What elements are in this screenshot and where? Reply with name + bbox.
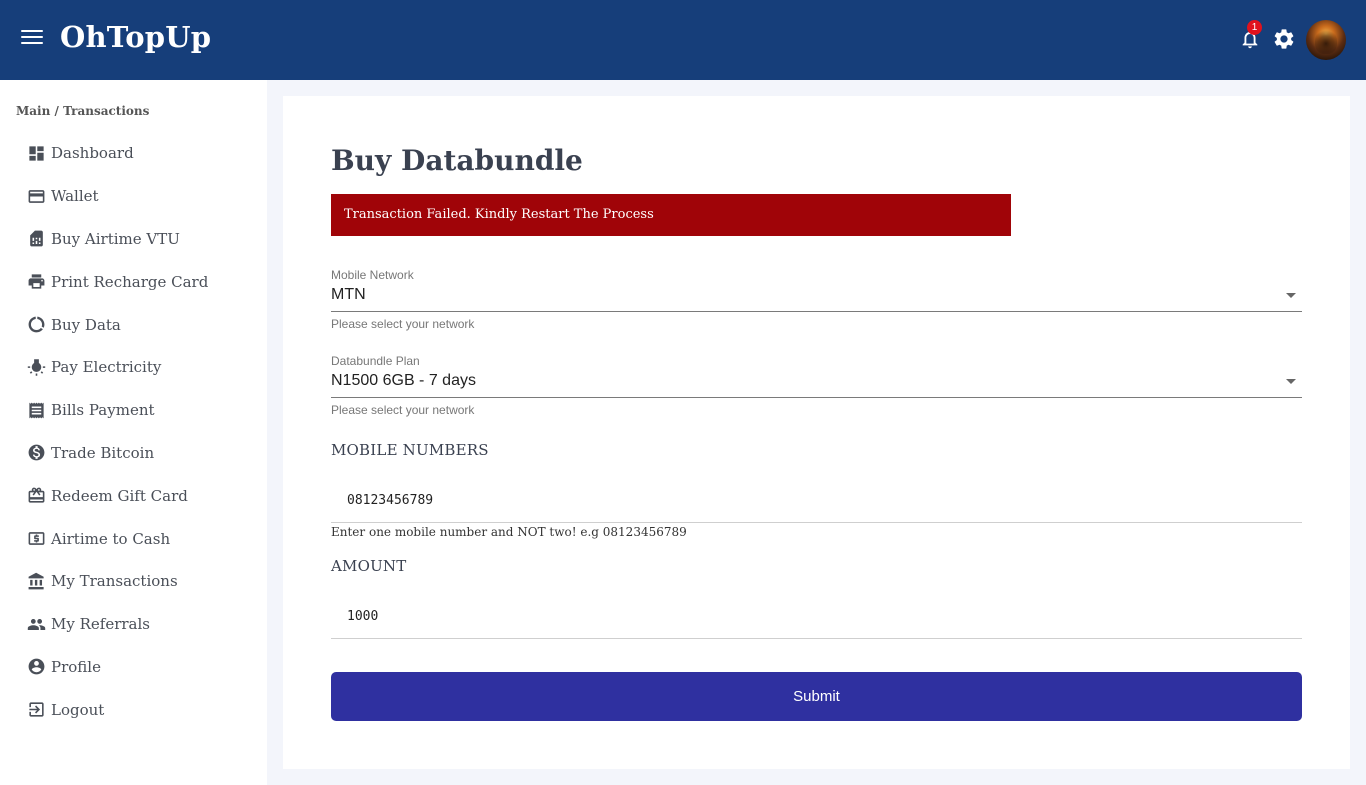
sidebar-item-print-recharge[interactable]: Print Recharge Card bbox=[0, 260, 267, 303]
sidebar-item-airtime-to-cash[interactable]: Airtime to Cash bbox=[0, 517, 267, 560]
sidebar-item-bills-payment[interactable]: Bills Payment bbox=[0, 389, 267, 432]
cash-icon bbox=[26, 529, 46, 549]
menu-icon[interactable] bbox=[21, 30, 43, 48]
sidebar-item-trade-bitcoin[interactable]: Trade Bitcoin bbox=[0, 432, 267, 475]
amount-field bbox=[331, 594, 1302, 639]
sidebar-nav: Dashboard Wallet Buy Airtime VTU Print R… bbox=[0, 132, 267, 731]
account-circle-icon bbox=[26, 657, 46, 677]
sidebar-item-wallet[interactable]: Wallet bbox=[0, 175, 267, 218]
page-title: Buy Databundle bbox=[331, 144, 583, 177]
sidebar-item-label: Profile bbox=[51, 657, 101, 676]
mobile-numbers-heading: MOBILE NUMBERS bbox=[331, 441, 489, 459]
sidebar-item-my-referrals[interactable]: My Referrals bbox=[0, 603, 267, 646]
sidebar-item-label: Redeem Gift Card bbox=[51, 486, 188, 505]
chevron-down-icon bbox=[1286, 293, 1296, 298]
sidebar: Main / Transactions Dashboard Wallet Buy… bbox=[0, 80, 267, 785]
notification-badge: 1 bbox=[1247, 20, 1262, 35]
sidebar-item-buy-data[interactable]: Buy Data bbox=[0, 303, 267, 346]
sidebar-item-label: Pay Electricity bbox=[51, 358, 162, 377]
dollar-circle-icon bbox=[26, 443, 46, 463]
databundle-plan-select[interactable]: N1500 6GB - 7 days bbox=[331, 368, 1302, 398]
sidebar-item-logout[interactable]: Logout bbox=[0, 688, 267, 731]
sidebar-item-label: Trade Bitcoin bbox=[51, 443, 155, 462]
mobile-number-field bbox=[331, 478, 1302, 523]
sidebar-item-label: My Transactions bbox=[51, 572, 178, 591]
brand-title[interactable]: OhTopUp bbox=[60, 20, 211, 54]
amount-heading: AMOUNT bbox=[331, 557, 407, 575]
submit-button[interactable]: Submit bbox=[331, 672, 1302, 721]
sidebar-item-dashboard[interactable]: Dashboard bbox=[0, 132, 267, 175]
mobile-number-input[interactable] bbox=[331, 478, 1302, 522]
credit-card-icon bbox=[26, 186, 46, 206]
gift-card-icon bbox=[26, 486, 46, 506]
sidebar-item-profile[interactable]: Profile bbox=[0, 646, 267, 689]
chevron-down-icon bbox=[1286, 379, 1296, 384]
mobile-network-label: Mobile Network bbox=[331, 268, 414, 282]
top-app-bar: OhTopUp 1 bbox=[0, 0, 1366, 80]
logout-icon bbox=[26, 700, 46, 720]
people-icon bbox=[26, 614, 46, 634]
sidebar-item-redeem-gift-card[interactable]: Redeem Gift Card bbox=[0, 474, 267, 517]
sidebar-item-label: Buy Airtime VTU bbox=[51, 229, 180, 248]
sidebar-item-label: My Referrals bbox=[51, 615, 150, 634]
bank-icon bbox=[26, 571, 46, 591]
light-bulb-icon bbox=[26, 357, 46, 377]
sidebar-item-label: Print Recharge Card bbox=[51, 272, 209, 291]
sidebar-item-label: Buy Data bbox=[51, 315, 121, 334]
mobile-number-note: Enter one mobile number and NOT two! e.g… bbox=[331, 525, 687, 539]
mobile-network-value: MTN bbox=[331, 286, 366, 303]
printer-icon bbox=[26, 272, 46, 292]
gear-icon[interactable] bbox=[1272, 27, 1296, 51]
sidebar-item-buy-airtime[interactable]: Buy Airtime VTU bbox=[0, 218, 267, 261]
sidebar-item-label: Dashboard bbox=[51, 144, 134, 163]
error-alert: Transaction Failed. Kindly Restart The P… bbox=[331, 194, 1011, 236]
mobile-network-select[interactable]: MTN bbox=[331, 282, 1302, 312]
sidebar-item-label: Wallet bbox=[51, 187, 99, 206]
databundle-plan-value: N1500 6GB - 7 days bbox=[331, 372, 476, 389]
sidebar-item-my-transactions[interactable]: My Transactions bbox=[0, 560, 267, 603]
avatar[interactable] bbox=[1306, 20, 1346, 60]
data-usage-icon bbox=[26, 315, 46, 335]
mobile-network-field: Mobile Network MTN Please select your ne… bbox=[331, 268, 1302, 331]
dashboard-icon bbox=[26, 143, 46, 163]
sidebar-item-label: Logout bbox=[51, 700, 105, 719]
receipt-icon bbox=[26, 400, 46, 420]
databundle-plan-helper: Please select your network bbox=[331, 403, 475, 417]
sim-card-icon bbox=[26, 229, 46, 249]
sidebar-item-label: Bills Payment bbox=[51, 401, 155, 420]
databundle-plan-label: Databundle Plan bbox=[331, 354, 420, 368]
sidebar-item-pay-electricity[interactable]: Pay Electricity bbox=[0, 346, 267, 389]
amount-input[interactable] bbox=[331, 594, 1302, 638]
mobile-network-helper: Please select your network bbox=[331, 317, 475, 331]
sidebar-item-label: Airtime to Cash bbox=[51, 529, 171, 548]
databundle-plan-field: Databundle Plan N1500 6GB - 7 days Pleas… bbox=[331, 354, 1302, 417]
breadcrumb: Main / Transactions bbox=[16, 104, 150, 118]
form-card: Buy Databundle Transaction Failed. Kindl… bbox=[283, 96, 1350, 769]
